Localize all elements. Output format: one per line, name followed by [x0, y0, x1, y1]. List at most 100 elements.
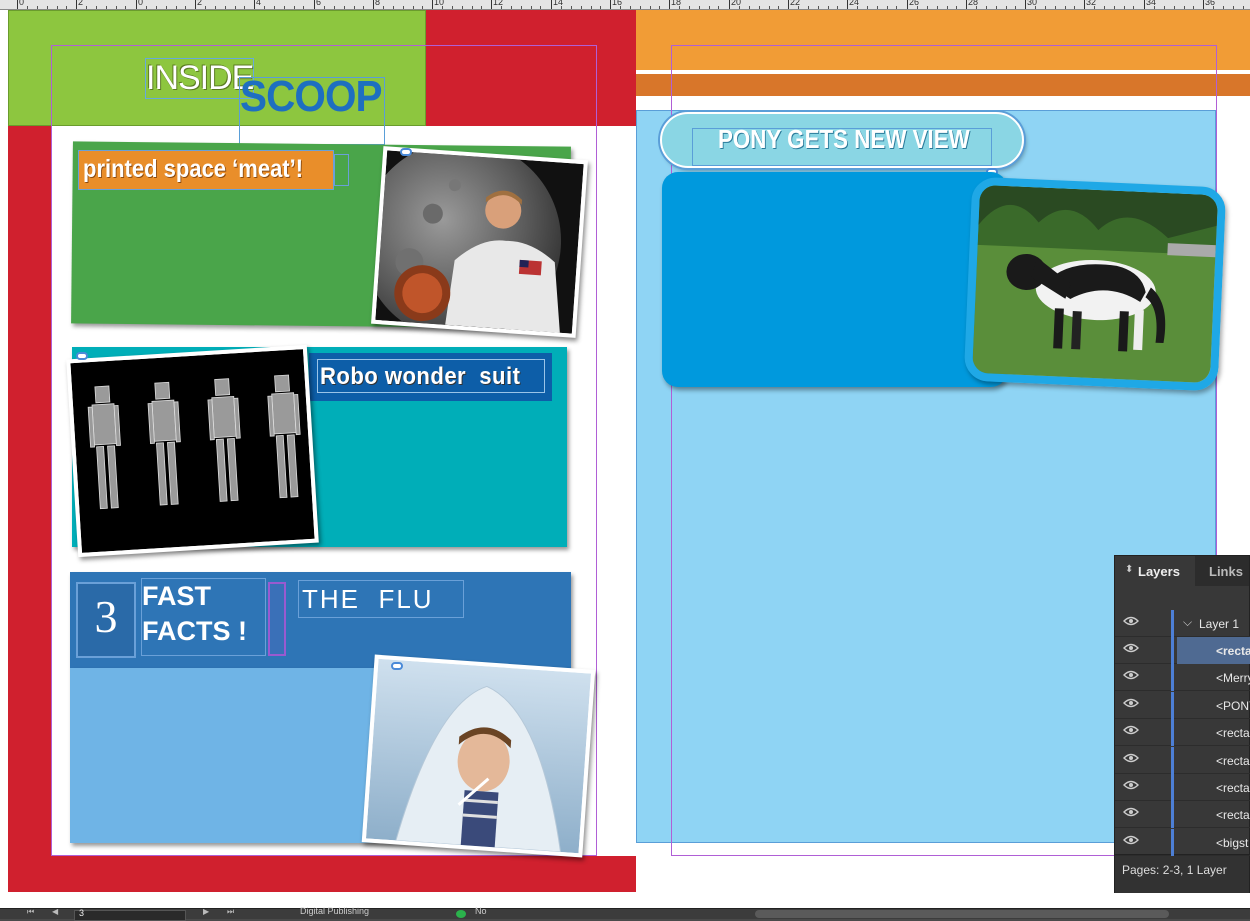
ruler-minor-tick	[215, 6, 216, 9]
ruler-minor-tick	[176, 6, 177, 9]
visibility-eye-icon[interactable]	[1123, 807, 1139, 817]
tab-links[interactable]: Links	[1195, 556, 1249, 586]
astronaut-image-frame[interactable]	[371, 146, 588, 338]
first-page-icon[interactable]: ⏮	[27, 907, 34, 917]
layer-item-name: <recta	[1216, 781, 1250, 795]
visibility-eye-icon[interactable]	[1123, 670, 1139, 680]
ruler-major-tick	[76, 0, 77, 9]
fact-number: 3	[94, 591, 118, 642]
layer-item-row[interactable]: <recta	[1115, 746, 1250, 774]
ruler-minor-tick	[166, 6, 167, 9]
ruler-major-tick	[373, 0, 374, 9]
visibility-eye-icon[interactable]	[1123, 643, 1139, 653]
link-icon[interactable]	[391, 662, 403, 670]
ruler-major-tick	[195, 0, 196, 9]
ruler-minor-tick	[284, 6, 285, 9]
visibility-eye-icon[interactable]	[1123, 780, 1139, 790]
red-side-bar[interactable]	[8, 10, 51, 892]
flu-title-frame[interactable]: THE FLU	[298, 580, 464, 618]
layer-item-row[interactable]: <recta	[1115, 719, 1250, 747]
layers-panel[interactable]: ⬍ Layers Links ⌵ Layer 1 Pages: 2-3, 1 L…	[1114, 555, 1250, 893]
ruler-minor-tick	[1094, 6, 1095, 9]
panel-collapse-icon[interactable]: ⬍	[1125, 564, 1133, 575]
ruler-tick-label: 8	[375, 0, 381, 7]
ruler-minor-tick	[1124, 6, 1125, 9]
layer-color-swatch	[1171, 774, 1174, 801]
ruler-minor-tick	[818, 6, 819, 9]
ruler-minor-tick	[1193, 6, 1194, 9]
story2-title[interactable]: Robo wonder suit	[309, 353, 552, 401]
ruler-minor-tick	[540, 6, 541, 9]
workspace-label[interactable]: Digital Publishing	[300, 906, 369, 916]
layer-item-row[interactable]: <PONY	[1115, 691, 1250, 719]
ruler-minor-tick	[1104, 6, 1105, 9]
layer-item-row[interactable]: <recta	[1115, 774, 1250, 801]
ruler-major-tick	[17, 0, 18, 9]
page-number-field[interactable]: 3	[74, 908, 186, 921]
ruler-minor-tick	[442, 6, 443, 9]
layer-item-row[interactable]: <recta	[1115, 637, 1250, 664]
horizontal-scrollbar[interactable]	[755, 910, 1169, 918]
visibility-eye-icon[interactable]	[1123, 753, 1139, 763]
pony-story-panel[interactable]	[662, 172, 1007, 387]
layer-item-name: <PONY	[1216, 698, 1250, 713]
link-icon[interactable]	[400, 148, 412, 156]
layer-item-row[interactable]: <recta	[1115, 801, 1250, 829]
ruler-major-tick	[432, 0, 433, 9]
fast-facts-text[interactable]: FAST FACTS !	[141, 578, 266, 656]
story1-title[interactable]: printed space ‘meat’!	[78, 150, 334, 190]
layer-color-swatch	[1171, 828, 1174, 856]
ruler-minor-tick	[620, 6, 621, 9]
visibility-eye-icon[interactable]	[1123, 835, 1139, 845]
ruler-tick-label: 2	[197, 0, 203, 7]
pony-photo	[971, 184, 1220, 386]
layer-row-layer-1[interactable]: ⌵ Layer 1	[1115, 610, 1250, 637]
ruler-minor-tick	[877, 6, 878, 9]
ruler-minor-tick	[116, 6, 117, 9]
ruler-minor-tick	[481, 6, 482, 9]
layer-name: Layer 1	[1199, 617, 1240, 631]
robots-image-frame[interactable]	[66, 344, 319, 558]
ruler-minor-tick	[650, 6, 651, 9]
ruler-minor-tick	[956, 6, 957, 9]
preflight-status-label[interactable]: No	[475, 906, 487, 916]
ruler-minor-tick	[887, 6, 888, 9]
last-page-icon[interactable]: ⏭	[227, 907, 234, 917]
ruler-minor-tick	[1074, 6, 1075, 9]
horizontal-ruler[interactable]: 020246810121416182022242628303234363840	[0, 0, 1250, 10]
ruler-minor-tick	[1164, 6, 1165, 9]
ruler-major-tick	[610, 0, 611, 9]
layer-item-row[interactable]: <bigst	[1115, 828, 1250, 856]
pony-image-frame[interactable]	[963, 176, 1227, 392]
ruler-minor-tick	[1184, 6, 1185, 9]
robots-photo	[70, 349, 315, 553]
visibility-eye-icon[interactable]	[1123, 725, 1139, 735]
visibility-eye-icon[interactable]	[1123, 616, 1139, 626]
layer-item-row[interactable]: <Merry	[1115, 664, 1250, 692]
headline-text: PONY GETS NEW VIEW	[718, 124, 970, 154]
ruler-minor-tick	[679, 6, 680, 9]
previous-page-icon[interactable]: ◀	[52, 907, 58, 916]
ruler-minor-tick	[383, 6, 384, 9]
sick-child-image-frame[interactable]	[361, 654, 596, 858]
headline-pill[interactable]: PONY GETS NEW VIEW	[660, 112, 1024, 168]
ruler-major-tick	[669, 0, 670, 9]
document-canvas[interactable]: INSIDE SCOOP printed space ‘meat’! Robo …	[0, 10, 1250, 908]
ruler-minor-tick	[937, 6, 938, 9]
ruler-minor-tick	[344, 6, 345, 9]
chevron-down-icon[interactable]: ⌵	[1183, 615, 1192, 630]
next-page-icon[interactable]: ▶	[203, 907, 209, 916]
visibility-eye-icon[interactable]	[1123, 698, 1139, 708]
ruler-minor-tick	[718, 6, 719, 9]
tab-layers[interactable]: ⬍ Layers	[1115, 556, 1195, 586]
story2-title-guide	[317, 359, 545, 393]
ruler-major-tick	[551, 0, 552, 9]
link-icon[interactable]	[76, 352, 88, 360]
fact-number-box[interactable]: 3	[76, 582, 136, 658]
ruler-minor-tick	[867, 6, 868, 9]
fact-divider-bar[interactable]	[268, 582, 286, 656]
ruler-minor-tick	[689, 6, 690, 9]
ruler-minor-tick	[422, 6, 423, 9]
footer-red-bar[interactable]	[8, 856, 636, 892]
preflight-status-icon[interactable]	[456, 910, 466, 918]
